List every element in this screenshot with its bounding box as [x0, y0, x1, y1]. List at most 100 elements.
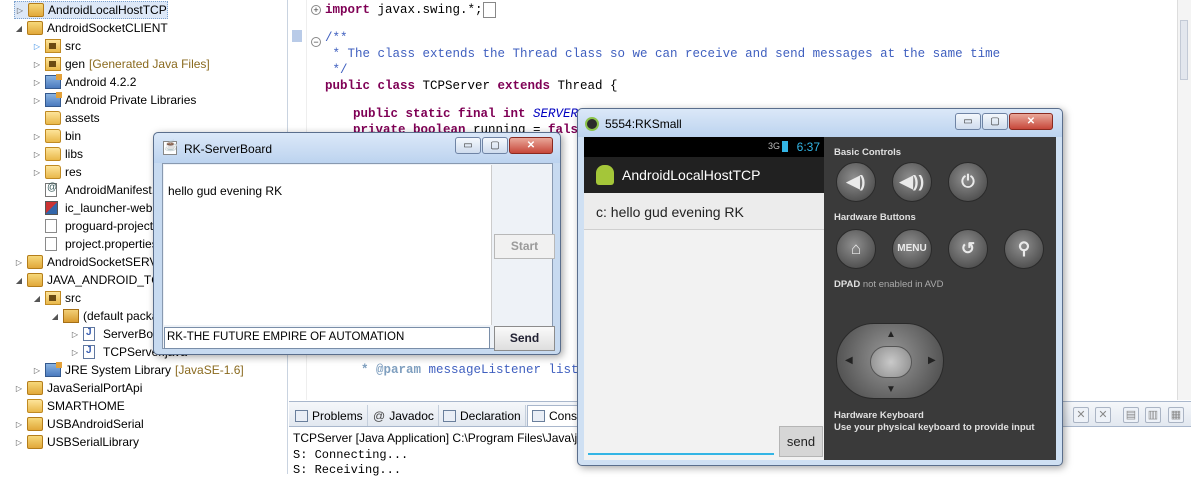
scroll-lock-icon[interactable]: ▥	[1145, 407, 1161, 423]
tree-item-assets[interactable]: assets	[32, 109, 100, 127]
minimize-button[interactable]: ▭	[455, 137, 481, 154]
console-line: S: Receiving...	[293, 463, 402, 477]
tree-item-javaserialportapi[interactable]: ▷ JavaSerialPortApi	[14, 379, 142, 397]
collapsed-arrow-icon[interactable]: ▷	[14, 258, 24, 267]
expanded-arrow-icon[interactable]: ◢	[14, 276, 24, 285]
tree-item-bin[interactable]: ▷ bin	[32, 127, 81, 145]
home-icon[interactable]: ⌂	[836, 229, 876, 269]
tree-item-label: libs	[65, 147, 84, 161]
signal-indicator: 3G	[767, 141, 780, 151]
collapsed-arrow-icon[interactable]: ▷	[32, 366, 42, 375]
phone-screen[interactable]: 3G 6:37 AndroidLocalHostTCP c: hello gud…	[584, 137, 824, 460]
collapsed-arrow-icon[interactable]: ▷	[70, 348, 80, 357]
tree-item-androidsocketclient[interactable]: ◢ AndroidSocketCLIENT	[14, 19, 168, 37]
close-button[interactable]: ✕	[509, 137, 553, 154]
tab-javadoc[interactable]: @ Javadoc	[369, 405, 439, 426]
tree-item-res[interactable]: ▷ res	[32, 163, 82, 181]
expanded-arrow-icon[interactable]: ◢	[14, 24, 24, 33]
pin-console-icon[interactable]: ▦	[1168, 407, 1184, 423]
terminate-icon[interactable]: ✕	[1073, 407, 1089, 423]
tree-item-java-android-tcp[interactable]: ◢ JAVA_ANDROID_TCP	[14, 271, 168, 289]
message-history-area[interactable]: hello gud evening RK	[164, 165, 492, 325]
send-button[interactable]: Send	[494, 326, 555, 351]
overview-ruler[interactable]	[1177, 0, 1191, 400]
tree-item-label: assets	[65, 111, 100, 125]
android-action-bar: AndroidLocalHostTCP	[584, 157, 824, 193]
tree-item-project-properties[interactable]: project.properties	[32, 235, 158, 253]
collapsed-arrow-icon[interactable]: ▷	[32, 168, 42, 177]
tree-item-android-422[interactable]: ▷ Android 4.2.2	[32, 73, 136, 91]
tree-item-androidsocketserver[interactable]: ▷ AndroidSocketSERVER	[14, 253, 174, 271]
tree-item-usbandroidserial[interactable]: ▷ USBAndroidSerial	[14, 415, 144, 433]
tree-item-src-2[interactable]: ◢ src	[32, 289, 81, 307]
collapsed-arrow-icon[interactable]: ▷	[32, 132, 42, 141]
collapsed-arrow-icon[interactable]: ▷	[14, 384, 24, 393]
dpad-down-icon[interactable]: ▼	[886, 384, 896, 395]
tree-item-proguard-project[interactable]: proguard-project.txt	[32, 217, 169, 235]
tree-item-label: AndroidSocketCLIENT	[47, 21, 168, 35]
tree-item-jre-system-library[interactable]: ▷ JRE System Library [JavaSE-1.6]	[32, 361, 244, 379]
scroll-thumb[interactable]	[1180, 20, 1188, 80]
collapsed-arrow-icon[interactable]: ▷	[32, 42, 42, 51]
tab-console[interactable]: Cons	[527, 405, 583, 426]
collapsed-arrow-icon[interactable]: ▷	[14, 420, 24, 429]
collapsed-arrow-icon[interactable]: ▷	[32, 60, 42, 69]
fold-expand-icon[interactable]: +	[311, 5, 321, 15]
collapsed-arrow-icon[interactable]: ▷	[70, 330, 80, 339]
text-file-icon	[45, 237, 57, 251]
window-title-bar[interactable]: 5554:RKSmall ▭ ▢ ✕	[578, 109, 1062, 137]
expanded-arrow-icon[interactable]: ◢	[50, 312, 60, 321]
expanded-arrow-icon[interactable]: ◢	[32, 294, 42, 303]
window-title-bar[interactable]: RK-ServerBoard ▭ ▢ ✕	[154, 133, 560, 163]
dpad-left-icon[interactable]: ◀	[845, 355, 853, 366]
tree-item-src[interactable]: ▷ src	[32, 37, 81, 55]
fold-collapse-icon[interactable]: −	[311, 37, 321, 47]
close-button[interactable]: ✕	[1009, 113, 1053, 130]
clear-console-icon[interactable]: ▤	[1123, 407, 1139, 423]
project-icon	[27, 435, 43, 449]
tree-item-libs[interactable]: ▷ libs	[32, 145, 83, 163]
dpad-up-icon[interactable]: ▲	[886, 329, 896, 340]
tree-item-smarthome[interactable]: SMARTHOME	[14, 397, 125, 415]
collapsed-arrow-icon[interactable]: ▷	[32, 78, 42, 87]
source-folder-icon	[45, 39, 61, 53]
maximize-button[interactable]: ▢	[982, 113, 1008, 130]
tab-problems[interactable]: Problems	[291, 405, 368, 426]
remove-all-icon[interactable]: ✕	[1095, 407, 1111, 423]
start-button[interactable]: Start	[494, 234, 555, 259]
keyboard-info: Hardware Keyboard Use your physical keyb…	[834, 410, 1035, 434]
collapsed-arrow-icon[interactable]: ▷	[32, 150, 42, 159]
tab-declaration[interactable]: Declaration	[439, 405, 526, 426]
collapsed-arrow-icon[interactable]: ▷	[14, 438, 24, 447]
dpad-center-button[interactable]	[870, 346, 912, 378]
power-icon[interactable]: ⏻	[948, 162, 988, 202]
battery-icon	[782, 141, 788, 152]
minimize-button[interactable]: ▭	[955, 113, 981, 130]
tree-item-decoration: [JavaSE-1.6]	[175, 363, 244, 377]
back-icon[interactable]: ↺	[948, 229, 988, 269]
tree-item-label: gen	[65, 57, 86, 71]
folder-icon	[45, 147, 61, 161]
folder-icon	[45, 129, 61, 143]
tree-item-androidlocalhosttcp[interactable]: ▷ AndroidLocalHostTCP	[14, 1, 168, 19]
project-icon	[27, 21, 43, 35]
tree-item-label: project.properties	[65, 237, 158, 251]
maximize-button[interactable]: ▢	[482, 137, 508, 154]
menu-button[interactable]: MENU	[892, 229, 932, 269]
volume-down-icon[interactable]: ◀)	[836, 162, 876, 202]
tree-item-usbseriallibrary[interactable]: ▷ USBSerialLibrary	[14, 433, 139, 451]
dpad-right-icon[interactable]: ▶	[928, 355, 936, 366]
list-item[interactable]: c: hello gud evening RK	[584, 193, 824, 230]
collapsed-arrow-icon[interactable]: ▷	[32, 96, 42, 105]
search-icon[interactable]: ⚲	[1004, 229, 1044, 269]
phone-send-button[interactable]: send	[779, 426, 823, 457]
collapsed-arrow-icon[interactable]: ▷	[15, 6, 25, 15]
message-input[interactable]: RK-THE FUTURE EMPIRE OF AUTOMATION	[164, 327, 490, 349]
project-icon	[27, 273, 43, 287]
dpad-control[interactable]: ▲ ▼ ◀ ▶	[836, 323, 944, 399]
tree-item-android-private-libraries[interactable]: ▷ Android Private Libraries	[32, 91, 196, 109]
hardware-buttons-label: Hardware Buttons	[834, 212, 916, 223]
phone-message-input[interactable]	[588, 431, 774, 455]
tree-item-gen[interactable]: ▷ gen [Generated Java Files]	[32, 55, 210, 73]
volume-up-icon[interactable]: ◀))	[892, 162, 932, 202]
